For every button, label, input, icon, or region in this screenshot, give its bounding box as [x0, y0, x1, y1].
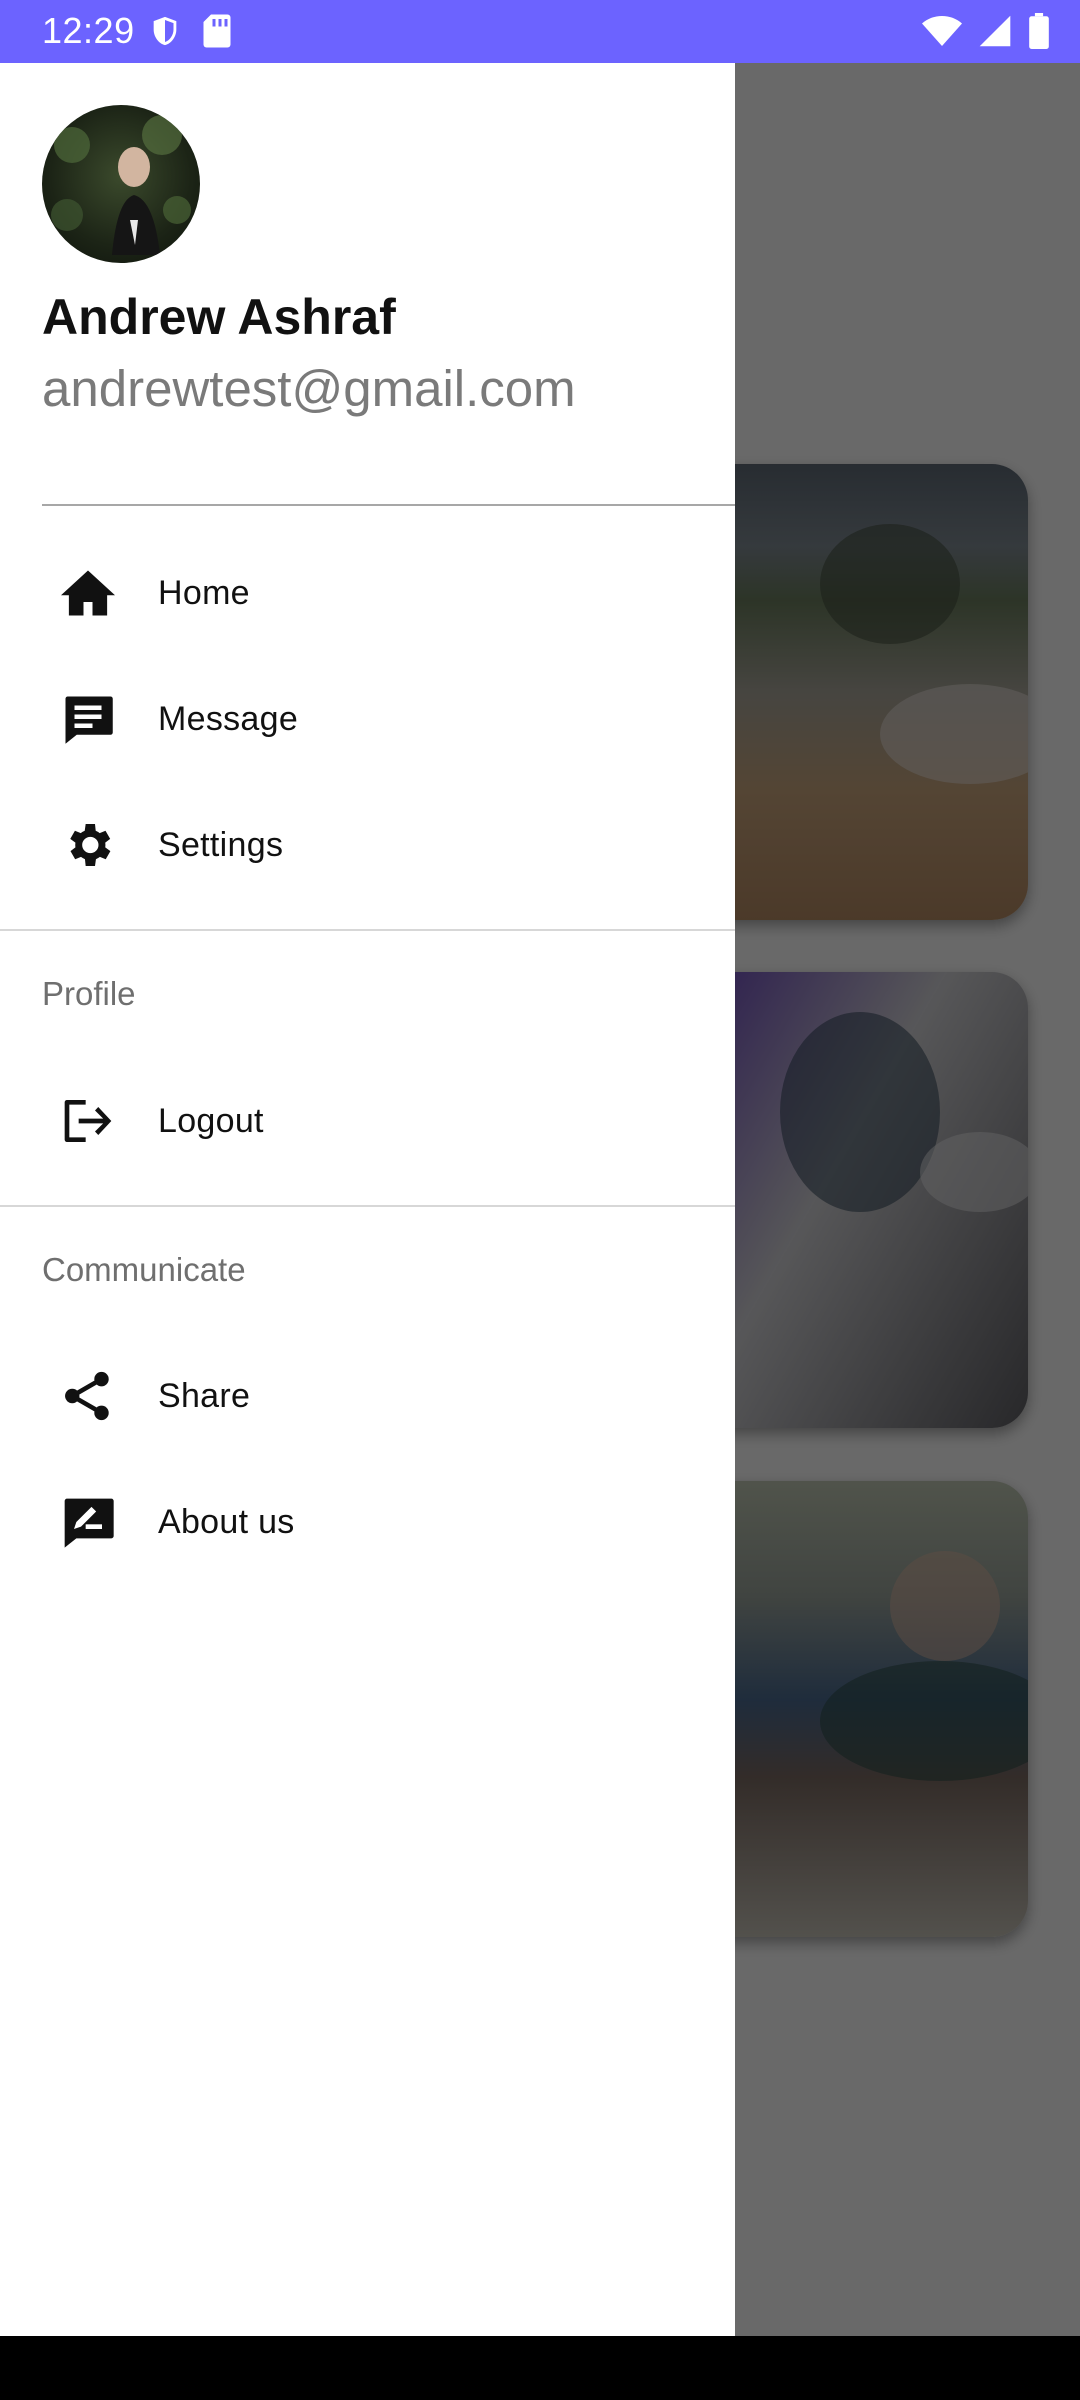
header-divider	[42, 504, 735, 506]
nav-item-home[interactable]: Home	[0, 538, 735, 648]
section-divider	[0, 1205, 735, 1207]
logout-icon	[58, 1091, 118, 1151]
navigation-drawer: Andrew Ashraf andrewtest@gmail.com Home …	[0, 63, 735, 2336]
user-email: andrewtest@gmail.com	[42, 360, 576, 417]
shield-icon	[148, 13, 182, 54]
status-bar: 12:29	[0, 0, 1080, 63]
nav-item-label: Settings	[158, 825, 284, 864]
cell-signal-icon	[978, 14, 1012, 53]
message-icon	[58, 689, 118, 749]
sd-card-icon	[202, 13, 232, 54]
status-left-icons	[148, 13, 232, 54]
user-name: Andrew Ashraf	[42, 289, 396, 345]
nav-item-label: Message	[158, 699, 299, 738]
section-title-communicate: Communicate	[42, 1251, 246, 1288]
section-divider	[0, 929, 735, 931]
feedback-icon	[58, 1492, 118, 1552]
nav-item-label: Logout	[158, 1101, 264, 1140]
wifi-icon	[922, 14, 962, 53]
nav-item-about-us[interactable]: About us	[0, 1467, 735, 1577]
nav-item-share[interactable]: Share	[0, 1341, 735, 1451]
nav-item-settings[interactable]: Settings	[0, 790, 735, 900]
nav-item-label: About us	[158, 1502, 295, 1541]
status-time: 12:29	[42, 10, 135, 51]
section-title-profile: Profile	[42, 975, 136, 1012]
share-icon	[58, 1366, 118, 1426]
battery-icon	[1028, 13, 1050, 54]
gear-icon	[58, 815, 118, 875]
nav-item-logout[interactable]: Logout	[0, 1066, 735, 1176]
status-right-icons	[922, 13, 1050, 54]
nav-item-label: Share	[158, 1376, 251, 1415]
home-icon	[58, 563, 118, 623]
nav-item-message[interactable]: Message	[0, 664, 735, 774]
avatar[interactable]	[42, 105, 200, 263]
screen: 12:29 Andrew Ashraf andrewtest@gmail.com…	[0, 0, 1080, 2400]
system-navigation-bar	[0, 2336, 1080, 2400]
nav-item-label: Home	[158, 573, 250, 612]
